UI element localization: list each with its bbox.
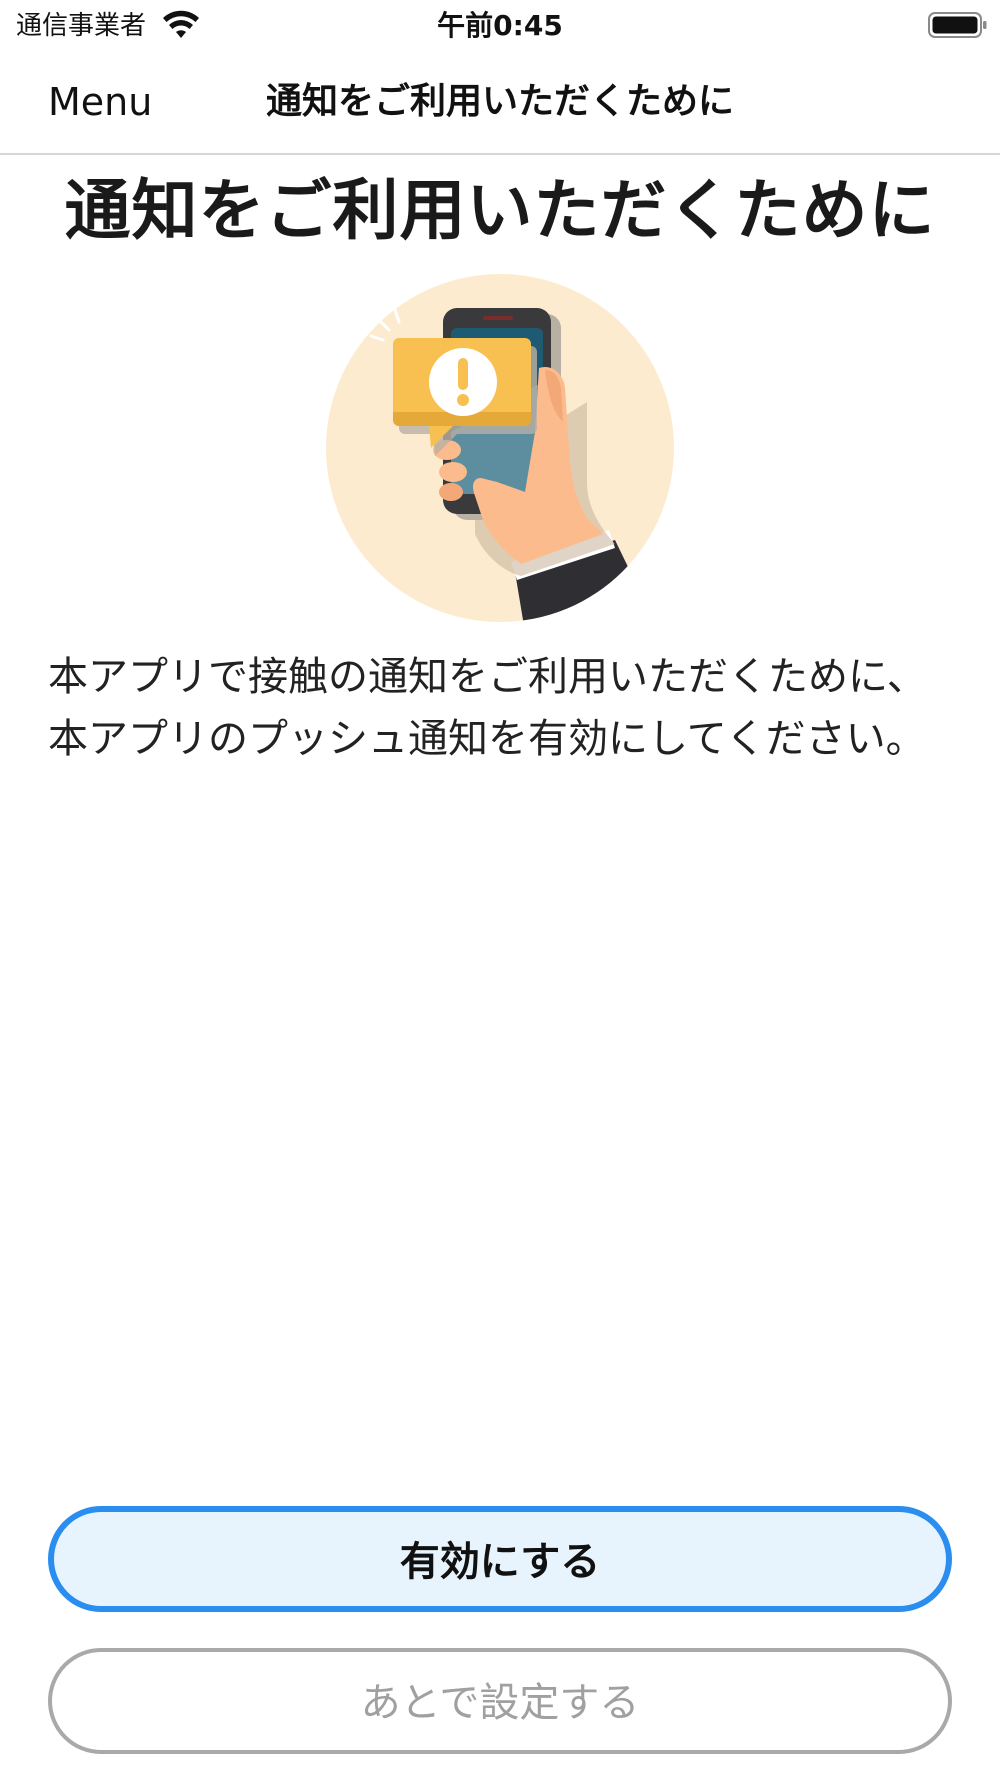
status-bar: 通信事業者 午前0:45 — [0, 0, 1000, 52]
nav-title: 通知をご利用いただくために — [265, 81, 734, 122]
description-line: 本アプリのプッシュ通知を有効にしてください。 — [48, 716, 926, 762]
menu-back-button[interactable]: Menu — [48, 76, 152, 128]
navigation-bar: Menu 通知をご利用いただくために — [0, 52, 1000, 155]
set-later-button[interactable]: あとで設定する — [48, 1648, 952, 1754]
phone-notification-alert-icon — [326, 274, 674, 622]
page-title: 通知をご利用いただくために — [64, 172, 936, 249]
battery-icon — [928, 12, 987, 38]
description-line: 本アプリで接触の通知をご利用いただくために、 — [48, 654, 927, 700]
enable-notifications-button[interactable]: 有効にする — [48, 1506, 952, 1612]
description-text: 本アプリで接触の通知をご利用いただくために、 本アプリのプッシュ通知を有効にして… — [48, 646, 968, 770]
status-time: 午前0:45 — [437, 9, 563, 42]
